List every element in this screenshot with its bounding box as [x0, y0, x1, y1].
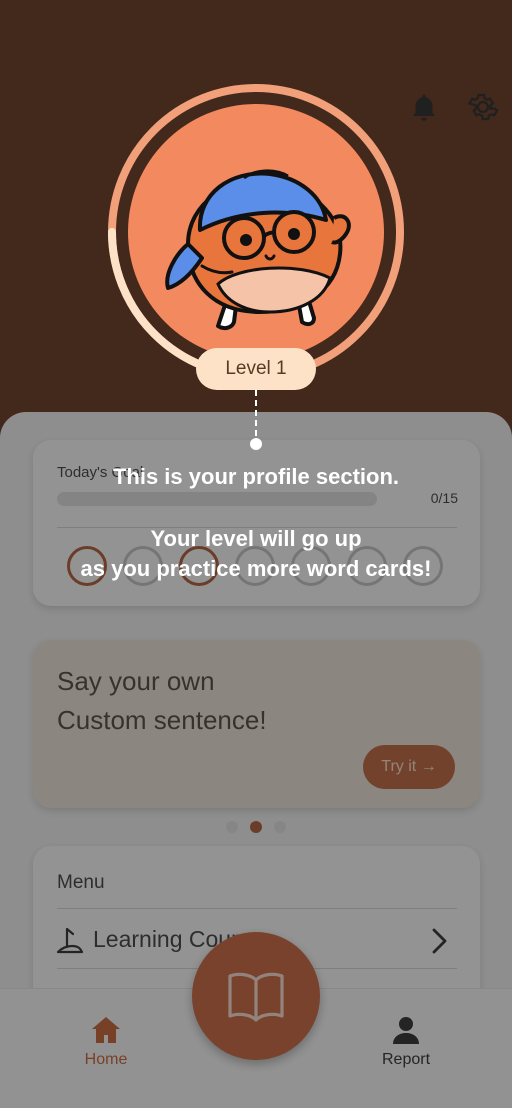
try-it-button[interactable]: Try it → — [363, 745, 455, 789]
carousel-dots[interactable] — [226, 820, 286, 834]
tooltip-pointer-dot — [250, 438, 262, 450]
tooltip-line-2: Your level will go up — [150, 526, 362, 551]
tooltip-pointer-line — [255, 390, 257, 436]
chevron-right-icon — [432, 928, 447, 954]
carousel-dot[interactable] — [274, 821, 286, 833]
carousel-dot[interactable] — [226, 821, 238, 833]
custom-sentence-card[interactable]: Say your own Custom sentence! Try it → — [33, 640, 480, 808]
nav-report[interactable]: Report — [366, 1015, 446, 1075]
tooltip-line-3: as you practice more word cards! — [80, 556, 432, 581]
study-fab-button[interactable] — [192, 932, 320, 1060]
promo-line-2: Custom sentence! — [57, 705, 267, 735]
promo-line-1: Say your own — [57, 666, 215, 696]
learning-course-icon — [56, 927, 84, 954]
tooltip-line-1: This is your profile section. — [112, 464, 400, 489]
app-screen: Today's Goal 0/15 Say your own Custom se… — [0, 0, 512, 1108]
person-icon — [393, 1017, 419, 1044]
nav-home[interactable]: Home — [66, 1015, 146, 1075]
nav-home-label: Home — [84, 1051, 128, 1068]
carousel-dot-active[interactable] — [250, 821, 262, 833]
book-icon — [228, 972, 284, 1022]
goal-count: 0/15 — [430, 490, 458, 506]
avatar-circle — [128, 104, 384, 360]
mascot-illustration — [165, 169, 351, 331]
profile-section[interactable]: Level 1 — [0, 0, 512, 400]
avatar[interactable] — [106, 82, 406, 382]
level-badge: Level 1 — [196, 348, 316, 390]
divider — [57, 908, 457, 909]
goal-progress-bar — [57, 492, 377, 506]
home-icon — [92, 1017, 120, 1043]
menu-title: Menu — [57, 872, 105, 893]
nav-report-label: Report — [381, 1051, 431, 1068]
